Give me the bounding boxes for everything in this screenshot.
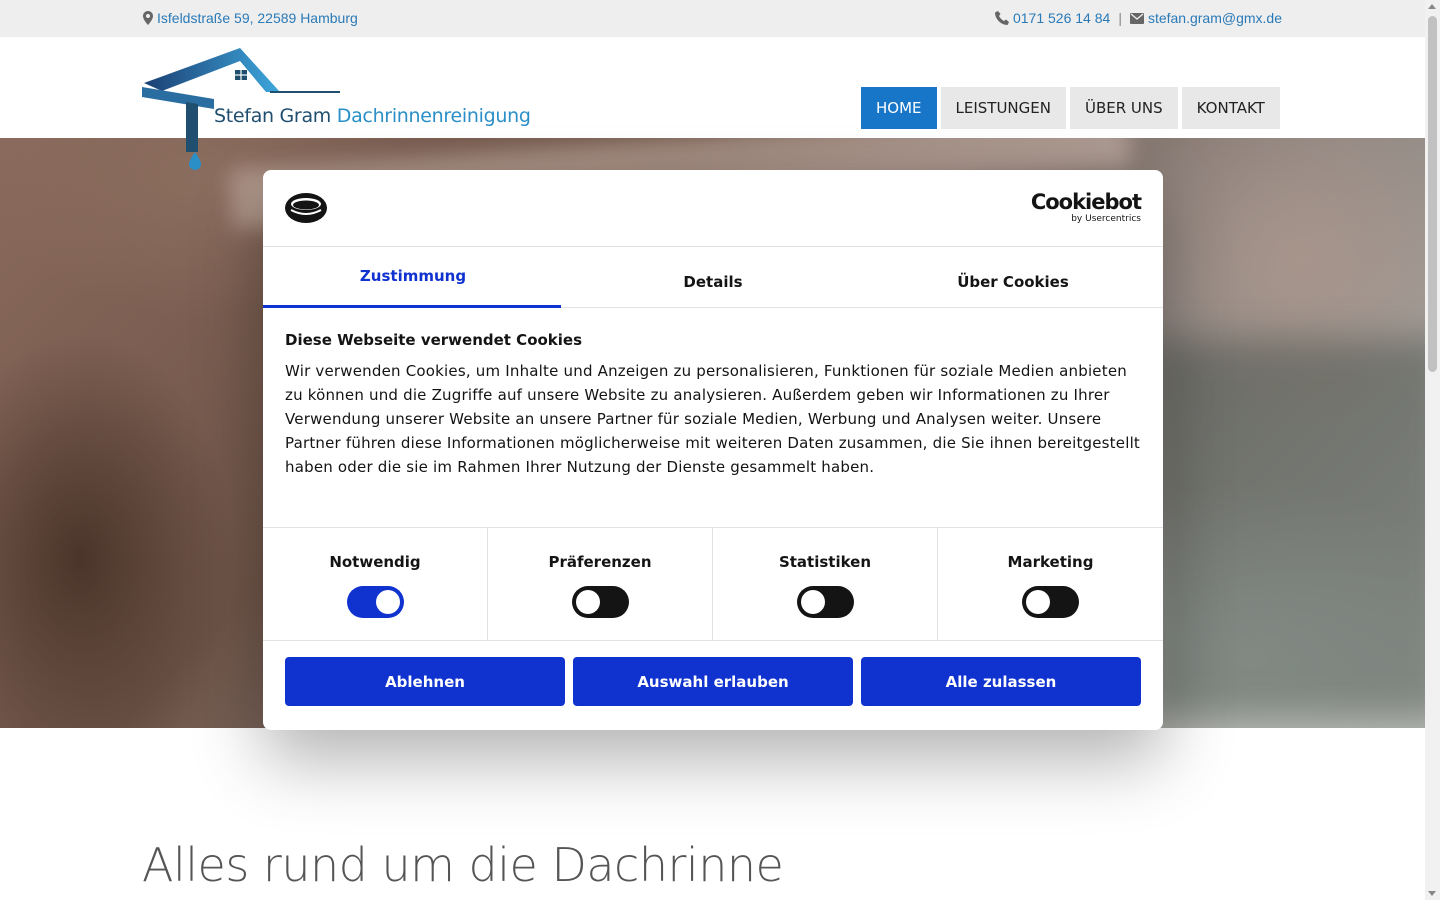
toggle-label: Marketing	[1007, 553, 1094, 571]
cookie-tabs: Zustimmung Details Über Cookies	[263, 247, 1163, 308]
cookie-consent-dialog: Cookiebot by Usercentrics Zustimmung Det…	[263, 170, 1163, 730]
toggle-marketing: Marketing	[938, 528, 1163, 640]
main-navigation: HOME LEISTUNGEN ÜBER UNS KONTAKT	[861, 87, 1280, 129]
tab-zustimmung[interactable]: Zustimmung	[263, 247, 563, 308]
cookie-buttons: Ablehnen Auswahl erlauben Alle zulassen	[263, 641, 1163, 706]
logo-text: Stefan Gram Dachrinnenreinigung	[214, 105, 531, 127]
phone-icon	[994, 11, 1009, 25]
cookiebot-brand-name: Cookiebot	[1030, 190, 1142, 214]
cookie-description: Wir verwenden Cookies, um Inhalte und An…	[285, 362, 1141, 476]
site-logo[interactable]: Stefan Gram Dachrinnenreinigung	[142, 47, 531, 172]
logo-subtitle: Dachrinnenreinigung	[336, 105, 531, 127]
page-headline: Alles rund um die Dachrinne	[142, 838, 784, 892]
envelope-icon	[1129, 12, 1144, 24]
cookiebot-brand-by: by Usercentrics	[1071, 214, 1141, 224]
toggle-label: Statistiken	[778, 553, 872, 571]
scroll-up-arrow-icon[interactable]	[1428, 4, 1436, 9]
nav-kontakt[interactable]: KONTAKT	[1181, 87, 1280, 129]
cookie-dialog-header: Cookiebot by Usercentrics	[263, 170, 1163, 247]
cookie-icon	[285, 192, 327, 228]
scroll-down-arrow-icon[interactable]	[1428, 891, 1436, 896]
contact-separator: |	[1118, 10, 1122, 26]
toggle-statistiken: Statistiken	[713, 528, 938, 640]
address-link[interactable]: Isfeldstraße 59, 22589 Hamburg	[157, 10, 358, 26]
site-header: Stefan Gram Dachrinnenreinigung HOME LEI…	[0, 37, 1425, 170]
toggle-praeferenzen: Präferenzen	[488, 528, 713, 640]
toggle-label: Präferenzen	[548, 553, 652, 571]
toggle-label: Notwendig	[329, 553, 421, 571]
scrollbar-thumb[interactable]	[1428, 16, 1437, 372]
logo-name: Stefan Gram	[214, 105, 331, 127]
allow-selection-button[interactable]: Auswahl erlauben	[573, 657, 853, 706]
phone-link[interactable]: 0171 526 14 84	[1013, 10, 1110, 26]
top-info-bar: Isfeldstraße 59, 22589 Hamburg 0171 526 …	[0, 0, 1425, 37]
cookie-category-toggles: Notwendig Präferenzen Statistiken Market…	[263, 528, 1163, 641]
decline-button[interactable]: Ablehnen	[285, 657, 565, 706]
page-scrollbar[interactable]	[1425, 0, 1440, 900]
map-marker-icon	[143, 11, 153, 25]
marketing-switch[interactable]	[1022, 586, 1079, 618]
cookie-title: Diese Webseite verwendet Cookies	[285, 331, 583, 349]
toggle-notwendig: Notwendig	[263, 528, 488, 640]
praeferenzen-switch[interactable]	[571, 586, 629, 618]
tab-details[interactable]: Details	[563, 247, 863, 307]
email-link[interactable]: stefan.gram@gmx.de	[1148, 10, 1282, 26]
cookie-body: Diese Webseite verwendet Cookies Wir ver…	[263, 308, 1163, 528]
tab-ueber-cookies[interactable]: Über Cookies	[863, 247, 1163, 307]
nav-home[interactable]: HOME	[861, 87, 937, 129]
contact-block: 0171 526 14 84 | stefan.gram@gmx.de	[994, 10, 1282, 26]
statistiken-switch[interactable]	[796, 586, 854, 618]
nav-ueber-uns[interactable]: ÜBER UNS	[1069, 87, 1178, 129]
notwendig-switch[interactable]	[346, 586, 404, 618]
cookiebot-logo[interactable]: Cookiebot by Usercentrics	[1030, 190, 1142, 224]
allow-all-button[interactable]: Alle zulassen	[861, 657, 1141, 706]
address-block: Isfeldstraße 59, 22589 Hamburg	[143, 10, 358, 26]
nav-leistungen[interactable]: LEISTUNGEN	[940, 87, 1066, 129]
